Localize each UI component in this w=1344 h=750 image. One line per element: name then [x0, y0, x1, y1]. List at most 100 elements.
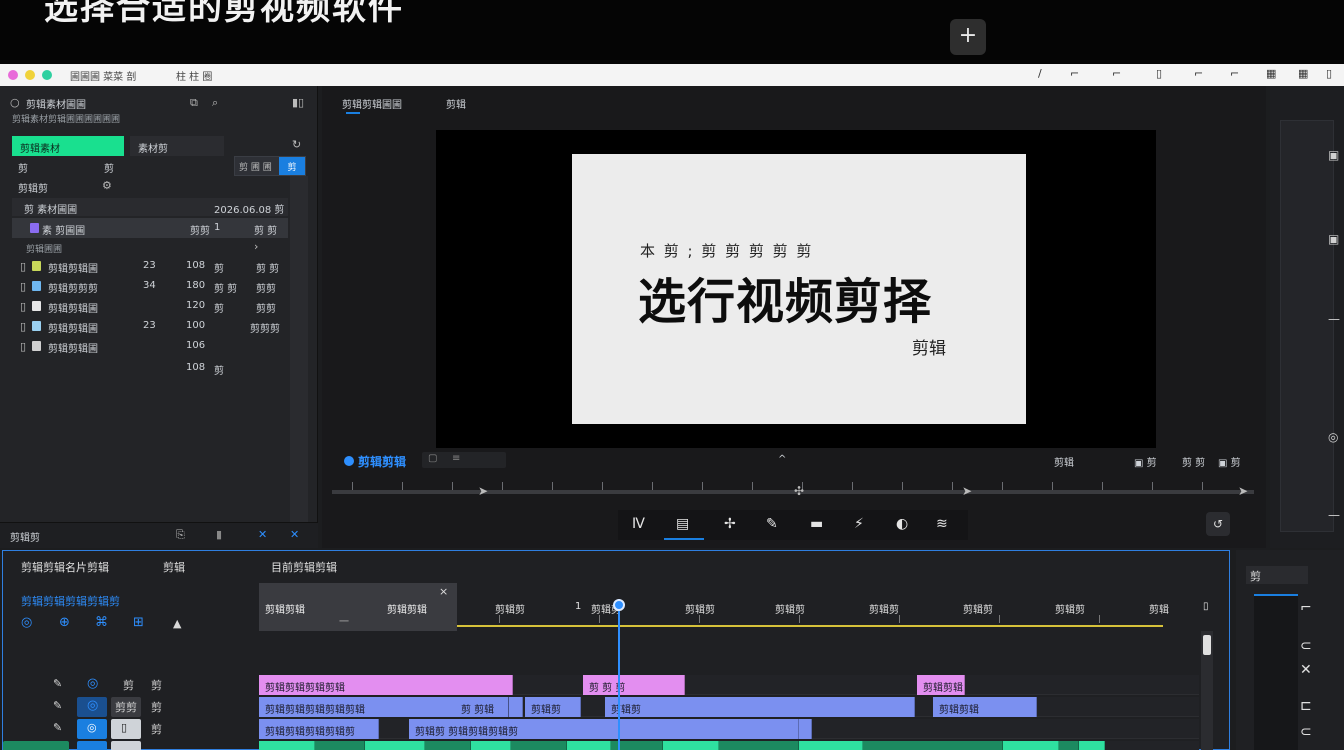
slip-tool-icon[interactable]: ⊏: [1300, 698, 1312, 714]
audio-clip[interactable]: [1079, 741, 1105, 750]
audio-clip[interactable]: [567, 741, 611, 750]
audio-clip[interactable]: [471, 741, 511, 750]
edit-icon[interactable]: ✎: [53, 677, 62, 690]
split-tool-icon[interactable]: ✕: [1300, 662, 1312, 678]
track-toggle[interactable]: [111, 741, 141, 750]
eye-icon[interactable]: ◎: [21, 615, 32, 630]
fullscreen-button[interactable]: ▣ 剪: [1218, 454, 1241, 469]
color-tool-icon[interactable]: ◐: [896, 516, 908, 532]
timeline-clip[interactable]: 剪辑剪辑剪辑剪辑: [259, 675, 513, 695]
edit-icon[interactable]: ✎: [53, 699, 62, 712]
close-icon[interactable]: ×: [439, 585, 448, 598]
audio-tool-icon[interactable]: ≋: [936, 516, 948, 532]
tab-media[interactable]: 剪辑素材: [12, 136, 124, 156]
clip-popup[interactable]: 剪辑剪辑 一 剪辑剪辑 ×: [259, 583, 457, 631]
timeline-clip[interactable]: 剪辑剪: [605, 697, 915, 717]
timeline-clip[interactable]: 剪辑剪 剪辑剪辑剪辑剪: [409, 719, 799, 739]
target-icon[interactable]: ◎: [1328, 430, 1338, 444]
playhead-handle[interactable]: [613, 599, 625, 611]
filter-label[interactable]: 剪辑剪: [18, 180, 48, 195]
link-icon[interactable]: ⌘: [95, 615, 108, 630]
ratio-button[interactable]: 剪 剪: [1182, 454, 1205, 469]
toolbar-icon-5[interactable]: ⌐: [1194, 67, 1203, 80]
audio-clip[interactable]: [1059, 741, 1079, 750]
expand-icon[interactable]: ▯: [20, 260, 26, 273]
scrubber-marker-icon[interactable]: ✣: [794, 484, 804, 498]
text-tool-icon[interactable]: ▤: [676, 516, 689, 532]
view-toggle-list[interactable]: 剪 圃 圃: [235, 157, 279, 175]
search-icon[interactable]: ⌕: [212, 96, 218, 110]
playhead[interactable]: [618, 599, 620, 750]
audio-clip[interactable]: [365, 741, 425, 750]
effect-tool-icon[interactable]: ⚡: [854, 516, 864, 532]
video-track-3[interactable]: 剪辑剪辑剪辑剪辑剪 剪辑剪 剪辑剪辑剪辑剪: [259, 719, 1199, 739]
audio-clip[interactable]: [315, 741, 365, 750]
crop-tool-icon[interactable]: Ⅳ: [632, 516, 645, 532]
ripple-tool-icon[interactable]: ⊂: [1300, 638, 1312, 654]
maximize-window-button[interactable]: [42, 70, 52, 80]
chevron-right-icon[interactable]: ›: [254, 240, 258, 253]
quality-caret[interactable]: ^: [778, 454, 786, 465]
audio-clip[interactable]: [259, 741, 315, 750]
refresh-icon[interactable]: ↻: [292, 138, 301, 151]
preview-scrubber[interactable]: ➤ ✣ ➤ ➤: [332, 478, 1254, 504]
unlink-icon[interactable]: ✕: [290, 528, 299, 541]
timeline-clip[interactable]: 剪辑剪辑: [933, 697, 1037, 717]
tab-assets[interactable]: 素材剪: [130, 136, 224, 156]
timeline-mode[interactable]: 剪辑: [163, 559, 185, 575]
panel-icon-1[interactable]: ▣: [1328, 148, 1339, 162]
add-button[interactable]: +: [950, 19, 986, 55]
minimize-window-button[interactable]: [25, 70, 35, 80]
toolbar-icon-7[interactable]: ▦: [1266, 67, 1276, 80]
trash-icon[interactable]: ▮: [216, 528, 222, 541]
expand-icon[interactable]: ▯: [20, 320, 26, 333]
scrubber-marker-icon[interactable]: ➤: [962, 484, 972, 498]
media-scrollbar[interactable]: [290, 176, 308, 522]
marker-icon[interactable]: ▲: [173, 617, 181, 630]
view-toggle-grid[interactable]: 剪: [279, 157, 305, 175]
audio-clip[interactable]: [719, 741, 799, 750]
import-icon[interactable]: ⎘: [176, 528, 185, 542]
panel-icon-2[interactable]: ▣: [1328, 232, 1339, 246]
scrubber-track[interactable]: [332, 490, 1254, 494]
audio-clip[interactable]: [799, 741, 863, 750]
cut-tool-icon[interactable]: ⌐: [1300, 600, 1312, 616]
video-viewer[interactable]: 本 剪 ; 剪 剪 剪 剪 剪 选行视频剪择 剪辑: [436, 130, 1156, 448]
visibility-icon[interactable]: ◎: [87, 721, 97, 734]
settings-icon[interactable]: ⚙: [102, 179, 112, 192]
link-icon[interactable]: ✕: [258, 528, 267, 541]
scrubber-marker-icon[interactable]: ➤: [1238, 484, 1248, 498]
visibility-icon[interactable]: ◎: [87, 676, 98, 691]
timeline-clip[interactable]: 剪 剪 剪: [583, 675, 685, 695]
toolbar-icon-8[interactable]: ▦: [1298, 67, 1308, 80]
zoom-label[interactable]: 剪辑: [1054, 454, 1074, 469]
tab-preview[interactable]: 剪辑剪辑圃圃: [342, 96, 402, 111]
timeline-clip[interactable]: [799, 719, 812, 739]
expand-icon[interactable]: ▯: [20, 300, 26, 313]
hand-tool-icon[interactable]: ⊂: [1300, 724, 1312, 740]
toolbar-icon-3[interactable]: ⌐: [1112, 67, 1121, 80]
audio-clip[interactable]: [425, 741, 471, 750]
toolbar-icon-9[interactable]: ▯: [1326, 67, 1332, 80]
close-window-button[interactable]: [8, 70, 18, 80]
tab-edit[interactable]: 剪辑: [446, 96, 466, 111]
edit-icon[interactable]: ✎: [53, 721, 62, 734]
reset-button[interactable]: ↺: [1206, 512, 1230, 536]
expand-icon[interactable]: ▯: [20, 280, 26, 293]
move-tool-icon[interactable]: ✢: [724, 516, 736, 532]
audio-clip[interactable]: [663, 741, 719, 750]
shape-tool-icon[interactable]: ▬: [810, 516, 823, 532]
expand-icon[interactable]: ▯: [20, 340, 26, 353]
scrubber-marker-icon[interactable]: ➤: [478, 484, 488, 498]
track-toggle[interactable]: [77, 741, 107, 750]
grid-icon[interactable]: ⊞: [133, 615, 144, 630]
video-track-1[interactable]: 剪辑剪辑剪辑剪辑 剪 剪 剪 剪辑剪辑: [259, 675, 1199, 695]
menu-group-b[interactable]: 柱 柱 圈: [176, 68, 212, 83]
audio-clip[interactable]: [863, 741, 1003, 750]
copy-icon[interactable]: ⧉: [190, 96, 198, 110]
timecode-field[interactable]: ▢ ≡: [422, 452, 506, 468]
timeline-clip[interactable]: 剪辑剪: [525, 697, 581, 717]
visibility-icon[interactable]: ◎: [87, 698, 98, 713]
toolbar-icon-2[interactable]: ⌐: [1070, 67, 1079, 80]
track-settings-label[interactable]: 剪辑剪辑剪辑剪辑剪: [21, 593, 120, 609]
